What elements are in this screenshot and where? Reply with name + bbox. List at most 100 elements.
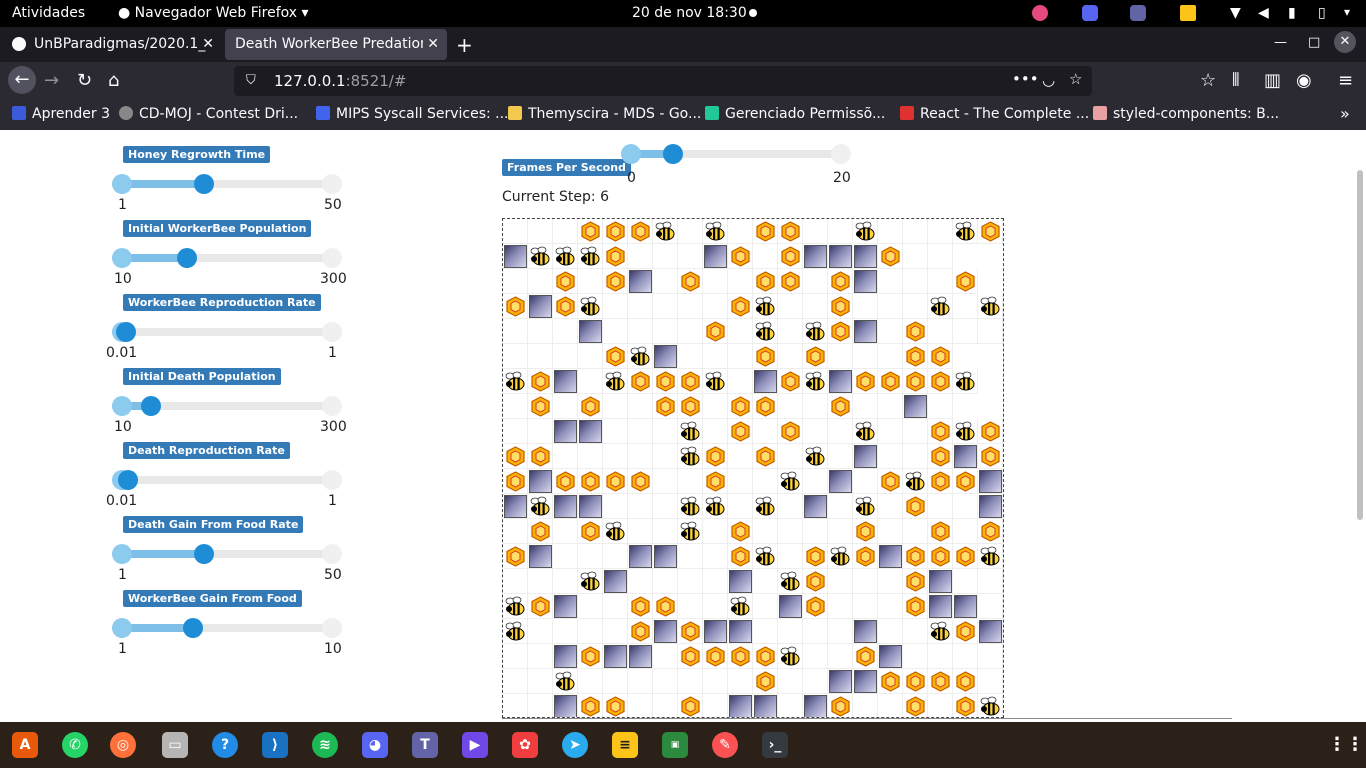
grid-cell [903,494,928,519]
library-icon[interactable]: ⫴ [1232,70,1240,91]
bookmark-star-icon[interactable]: ☆ [1069,70,1082,88]
slider-thumb[interactable] [116,322,137,342]
grid-cell [778,269,803,294]
honey-icon [880,246,901,267]
grid-cell [503,419,528,444]
url-text[interactable]: 127.0.0.1:8521/# [274,72,406,90]
grid-cell [853,619,878,644]
slider-label: Death Reproduction Rate [123,442,290,459]
slider-thumb[interactable] [177,248,198,268]
grid-cell [978,669,1003,694]
postman-icon[interactable]: ✎ [712,732,738,758]
bookmark-item[interactable]: Aprender 3 [12,106,110,122]
grid-cell [603,394,628,419]
close-icon[interactable]: ✕ [202,36,214,52]
bookmark-item[interactable]: React - The Complete ... [900,106,1089,122]
grid-cell [628,244,653,269]
death-agent-icon [554,420,577,443]
telegram-icon[interactable]: ➤ [562,732,588,758]
grid-cell [978,519,1003,544]
popcorn-icon[interactable]: ✿ [512,732,538,758]
sticky-notes-icon[interactable]: ≡ [612,732,638,758]
show-apps-icon[interactable]: ⋮⋮ [1328,732,1364,758]
slider-thumb[interactable] [663,144,683,164]
chrome-icon[interactable] [1032,5,1048,21]
grid-cell [628,694,653,717]
app-menu[interactable]: ● Navegador Web Firefox ▾ [118,5,309,21]
minimize-button[interactable]: — [1274,35,1287,50]
close-icon[interactable]: ✕ [423,36,439,52]
grid-cell [553,394,578,419]
tab-death-workerbee[interactable]: Death WorkerBee Predation ✕ [225,29,447,60]
more-bookmarks-icon[interactable]: » [1340,104,1350,123]
bookmark-item[interactable]: CD-MOJ - Contest Dri... [119,106,298,122]
grid-cell [703,369,728,394]
slider-max-handle [322,544,342,564]
spotify-icon[interactable]: ≋ [312,732,338,758]
wifi-icon[interactable]: ▼ [1230,5,1246,21]
stremio-icon[interactable]: ▶ [462,732,488,758]
bookmark-item[interactable]: styled-components: B... [1093,106,1279,122]
page-actions-icon[interactable]: ••• [1012,70,1039,88]
firefox-dock-icon[interactable]: ◎ [110,732,136,758]
software-center-icon[interactable]: A [12,732,38,758]
terminal-icon[interactable]: ›_ [762,732,788,758]
discord-icon[interactable] [1082,5,1098,21]
grid-cell [553,494,578,519]
grid-cell [878,619,903,644]
teams-dock-icon[interactable]: T [412,732,438,758]
discord-dock-icon[interactable]: ◕ [362,732,388,758]
shield-icon[interactable]: ⛉ [246,73,256,88]
maximize-button[interactable]: □ [1308,35,1320,50]
bookmark-item[interactable]: Themyscira - MDS - Go... [508,106,701,122]
page-scrollbar[interactable] [1357,170,1363,520]
honey-icon [905,321,926,342]
sidebar-icon[interactable]: ▥ [1264,70,1281,91]
slider-thumb[interactable] [118,470,139,490]
vscode-icon[interactable]: ⟩ [262,732,288,758]
mars-mips-icon[interactable]: ▣ [662,732,688,758]
reload-button[interactable]: ↻ [77,70,92,91]
whatsapp-icon[interactable]: ✆ [62,732,88,758]
forward-button[interactable]: → [44,70,59,91]
teams-icon[interactable] [1130,5,1146,21]
slider-track[interactable] [112,476,342,484]
firefox-icon: ● [118,5,131,21]
slider-thumb[interactable] [141,396,162,416]
grid-cell [853,694,878,717]
workerbee-icon [529,495,552,518]
grid-cell [578,294,603,319]
slider-thumb[interactable] [193,544,214,564]
bookmark-item[interactable]: MIPS Syscall Services: ... [316,106,509,122]
bookmark-item[interactable]: Gerenciado Permissõ... [705,106,885,122]
activities-button[interactable]: Atividades [12,5,85,21]
slider-thumb[interactable] [193,174,214,194]
clock[interactable]: 20 de nov 18:30 [632,5,747,21]
account-icon[interactable]: ◉ [1296,70,1312,91]
menu-icon[interactable]: ≡ [1338,70,1353,91]
volume-icon[interactable]: ◀ [1258,5,1274,21]
death-agent-icon [979,495,1002,518]
back-button[interactable]: ← [8,66,36,94]
url-bar[interactable]: ⛉ 127.0.0.1:8521/# ••• ◡ ☆ [234,66,1092,96]
tab-unbparadigmas[interactable]: UnBParadigmas/2020.1_ ✕ [4,29,222,60]
files-icon[interactable]: ▭ [162,732,188,758]
grid-cell [803,644,828,669]
notes-icon[interactable] [1180,5,1196,21]
close-window-button[interactable]: ✕ [1334,31,1356,53]
grid-cell [903,344,928,369]
home-button[interactable]: ⌂ [108,70,119,91]
slider-thumb[interactable] [183,618,204,638]
power-menu-icon[interactable]: ▾ [1344,5,1360,21]
microphone-icon[interactable]: ▮ [1288,5,1304,21]
grid-cell [678,244,703,269]
death-agent-icon [854,670,877,693]
pocket-icon[interactable]: ◡ [1042,71,1055,89]
new-tab-button[interactable]: + [456,33,473,57]
help-icon[interactable]: ? [212,732,238,758]
grid-cell [578,594,603,619]
bookmark-icon[interactable]: ☆ [1200,70,1216,91]
slider-track[interactable] [112,328,342,336]
battery-icon[interactable]: ▯ [1318,5,1334,21]
slider-min: 10 [114,419,132,435]
